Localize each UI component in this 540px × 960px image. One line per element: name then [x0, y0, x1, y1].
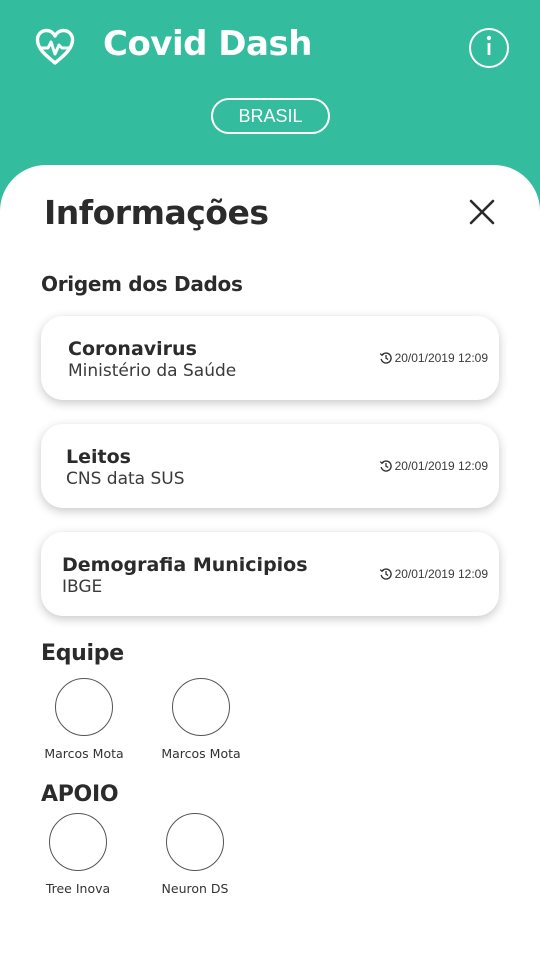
source-name: Leitos	[66, 446, 131, 468]
close-icon	[466, 199, 498, 232]
app-header: Covid Dash BRASIL	[0, 0, 540, 180]
supporter-name: Tree Inova	[45, 881, 111, 896]
source-name: Demografia Municipios	[62, 554, 308, 576]
source-updated: 20/01/2019 12:09	[379, 567, 488, 581]
source-name: Coronavirus	[68, 338, 197, 360]
info-panel: Informações Origem dos Dados Coronavirus…	[0, 165, 540, 960]
supporter[interactable]: Neuron DS	[140, 813, 250, 896]
country-selector[interactable]: BRASIL	[211, 98, 330, 134]
info-button[interactable]	[469, 28, 509, 68]
support-heading: APOIO	[41, 782, 119, 807]
source-provider: CNS data SUS	[66, 469, 185, 489]
team-heading: Equipe	[41, 641, 124, 666]
data-source-card[interactable]: Leitos CNS data SUS 20/01/2019 12:09	[41, 424, 499, 508]
supporter-name: Neuron DS	[161, 881, 229, 896]
team-member[interactable]: Marcos Mota	[146, 678, 256, 761]
panel-title: Informações	[44, 193, 269, 232]
source-timestamp: 20/01/2019 12:09	[394, 567, 488, 581]
avatar	[49, 813, 107, 871]
app-title: Covid Dash	[103, 24, 312, 64]
source-timestamp: 20/01/2019 12:09	[394, 459, 488, 473]
team-member[interactable]: Marcos Mota	[29, 678, 139, 761]
sources-heading: Origem dos Dados	[41, 272, 243, 296]
source-provider: Ministério da Saúde	[68, 361, 237, 381]
source-timestamp: 20/01/2019 12:09	[394, 351, 488, 365]
avatar	[166, 813, 224, 871]
history-icon	[379, 351, 393, 365]
history-icon	[379, 567, 393, 581]
team-member-name: Marcos Mota	[161, 746, 241, 761]
data-source-card[interactable]: Coronavirus Ministério da Saúde 20/01/20…	[41, 316, 499, 400]
heart-pulse-icon	[34, 28, 76, 66]
source-provider: IBGE	[62, 577, 103, 597]
supporter[interactable]: Tree Inova	[23, 813, 133, 896]
source-updated: 20/01/2019 12:09	[379, 459, 488, 473]
team-member-name: Marcos Mota	[44, 746, 124, 761]
info-icon	[482, 34, 496, 62]
source-updated: 20/01/2019 12:09	[379, 351, 488, 365]
avatar	[172, 678, 230, 736]
close-button[interactable]	[466, 196, 498, 228]
history-icon	[379, 459, 393, 473]
data-source-card[interactable]: Demografia Municipios IBGE 20/01/2019 12…	[41, 532, 499, 616]
avatar	[55, 678, 113, 736]
